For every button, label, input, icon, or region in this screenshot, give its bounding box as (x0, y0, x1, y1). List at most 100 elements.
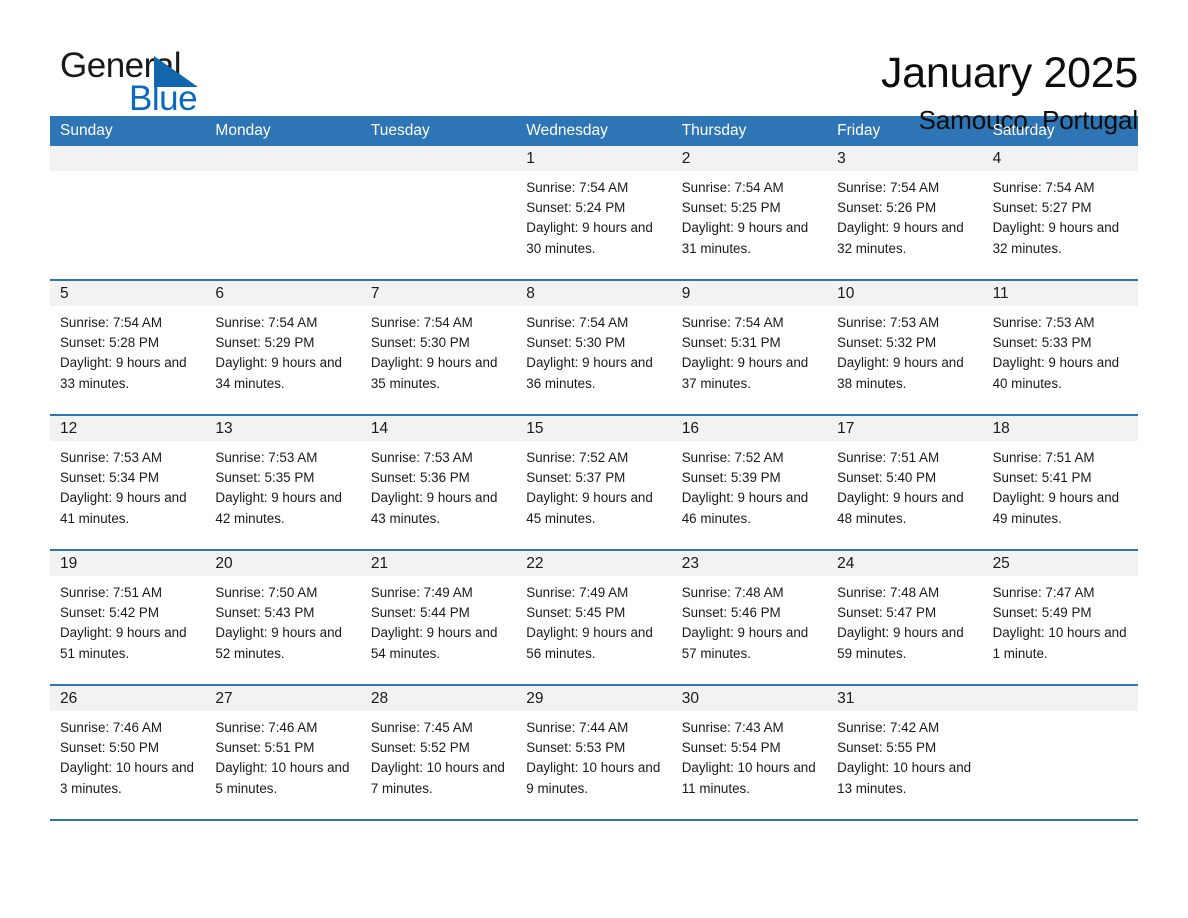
day-number: 10 (837, 285, 855, 302)
sunrise-text: Sunrise: 7:42 AM (837, 720, 940, 735)
calendar-day-cell[interactable]: 12 Sunrise: 7:53 AM Sunset: 5:34 PM Dayligh… (50, 416, 206, 549)
calendar-day-cell[interactable]: 2 Sunrise: 7:54 AM Sunset: 5:25 PM Daylight… (671, 146, 828, 279)
sunrise-text: Sunrise: 7:51 AM (60, 585, 162, 600)
daylight-text: Daylight: 9 hours and 51 minutes. (60, 625, 187, 661)
daylight-text: Daylight: 9 hours and 48 minutes. (837, 490, 964, 526)
calendar-day-cell[interactable]: 9 Sunrise: 7:54 AM Sunset: 5:31 PM Daylight… (671, 281, 828, 414)
day-details: Sunrise: 7:51 AM Sunset: 5:42 PM Daylight:… (50, 576, 205, 664)
daylight-text: Daylight: 10 hours and 11 minutes. (681, 760, 816, 796)
daylight-text: Daylight: 9 hours and 49 minutes. (992, 490, 1120, 526)
sunset-text: Sunset: 5:43 PM (215, 605, 315, 621)
calendar-day-cell[interactable]: 17 Sunrise: 7:51 AM Sunset: 5:40 PM Dayligh… (827, 416, 983, 549)
sunrise-text: Sunrise: 7:54 AM (992, 180, 1095, 195)
sunset-text: Sunset: 5:32 PM (837, 335, 937, 351)
day-number: 29 (526, 690, 544, 707)
day-number-bar: 9 (671, 281, 828, 306)
calendar-day-cell[interactable]: 31 Sunrise: 7:42 AM Sunset: 5:55 PM Dayligh… (827, 686, 983, 819)
calendar-day-cell[interactable]: 15 Sunrise: 7:52 AM Sunset: 5:37 PM Dayligh… (516, 416, 672, 549)
daylight-text: Daylight: 9 hours and 37 minutes. (681, 355, 809, 391)
day-number-bar: 10 (827, 281, 983, 306)
sunrise-text: Sunrise: 7:49 AM (370, 585, 473, 600)
day-number-bar (982, 686, 1138, 711)
daylight-text: Daylight: 9 hours and 42 minutes. (215, 490, 342, 526)
calendar-day-cell[interactable]: 14 Sunrise: 7:53 AM Sunset: 5:36 PM Dayligh… (360, 416, 517, 549)
daylight-text: Daylight: 10 hours and 7 minutes. (370, 760, 505, 796)
calendar-day-cell[interactable]: 19 Sunrise: 7:51 AM Sunset: 5:42 PM Dayligh… (50, 551, 206, 684)
day-number-bar: 4 (982, 146, 1138, 171)
day-number-bar: 22 (516, 551, 672, 576)
day-details: Sunrise: 7:46 AM Sunset: 5:50 PM Daylight:… (50, 711, 205, 799)
calendar-day-cell[interactable]: 20 Sunrise: 7:50 AM Sunset: 5:43 PM Dayligh… (205, 551, 361, 684)
sunrise-text: Sunrise: 7:54 AM (215, 315, 318, 330)
sunset-text: Sunset: 5:53 PM (526, 740, 626, 756)
day-details: Sunrise: 7:53 AM Sunset: 5:32 PM Daylight:… (827, 306, 982, 394)
weekday-header-saturday: Saturday (992, 122, 1055, 139)
day-number: 12 (60, 420, 78, 437)
day-number-bar: 2 (671, 146, 828, 171)
calendar-day-cell[interactable]: 22 Sunrise: 7:49 AM Sunset: 5:45 PM Dayligh… (516, 551, 672, 684)
calendar-day-cell[interactable]: 4 Sunrise: 7:54 AM Sunset: 5:27 PM Daylight… (982, 146, 1138, 279)
weekday-header-wednesday: Wednesday (526, 122, 608, 139)
daylight-text: Daylight: 9 hours and 34 minutes. (215, 355, 342, 391)
sunrise-text: Sunrise: 7:52 AM (526, 450, 629, 465)
day-details: Sunrise: 7:53 AM Sunset: 5:33 PM Daylight:… (983, 306, 1138, 394)
day-details: Sunrise: 7:48 AM Sunset: 5:46 PM Daylight:… (672, 576, 827, 664)
calendar-day-cell[interactable]: 18 Sunrise: 7:51 AM Sunset: 5:41 PM Dayligh… (982, 416, 1138, 549)
day-number: 24 (837, 555, 855, 572)
day-number-bar: 21 (360, 551, 517, 576)
sunset-text: Sunset: 5:40 PM (837, 470, 937, 486)
sunset-text: Sunset: 5:35 PM (215, 470, 315, 486)
sunset-text: Sunset: 5:51 PM (215, 740, 315, 756)
calendar-day-cell[interactable]: 13 Sunrise: 7:53 AM Sunset: 5:35 PM Dayligh… (205, 416, 361, 549)
calendar-day-cell[interactable]: 5 Sunrise: 7:54 AM Sunset: 5:28 PM Daylight… (50, 281, 206, 414)
calendar-day-cell[interactable]: 3 Sunrise: 7:54 AM Sunset: 5:26 PM Daylight… (827, 146, 983, 279)
calendar-day-cell[interactable]: 11 Sunrise: 7:53 AM Sunset: 5:33 PM Dayligh… (982, 281, 1138, 414)
daylight-text: Daylight: 9 hours and 45 minutes. (526, 490, 653, 526)
calendar-day-cell[interactable]: 29 Sunrise: 7:44 AM Sunset: 5:53 PM Dayligh… (516, 686, 672, 819)
daylight-text: Daylight: 9 hours and 35 minutes. (370, 355, 498, 391)
day-number-bar: 17 (827, 416, 983, 441)
calendar-day-cell[interactable]: 27 Sunrise: 7:46 AM Sunset: 5:51 PM Dayligh… (205, 686, 361, 819)
day-number: 21 (370, 555, 389, 572)
day-details: Sunrise: 7:54 AM Sunset: 5:31 PM Daylight:… (672, 306, 827, 394)
day-number-bar: 28 (360, 686, 517, 711)
calendar-day-cell[interactable]: 16 Sunrise: 7:52 AM Sunset: 5:39 PM Dayligh… (671, 416, 828, 549)
day-number-bar: 14 (360, 416, 517, 441)
calendar-grid: Sunday Monday Tuesday Wednesday Thursday… (50, 116, 1138, 821)
day-number-bar: 1 (516, 146, 672, 171)
calendar-day-cell[interactable]: 24 Sunrise: 7:48 AM Sunset: 5:47 PM Dayligh… (827, 551, 983, 684)
daylight-text: Daylight: 9 hours and 40 minutes. (992, 355, 1120, 391)
daylight-text: Daylight: 9 hours and 33 minutes. (60, 355, 187, 391)
daylight-text: Daylight: 9 hours and 31 minutes. (681, 220, 809, 256)
day-details: Sunrise: 7:50 AM Sunset: 5:43 PM Daylight:… (205, 576, 360, 664)
calendar-day-cell[interactable]: 6 Sunrise: 7:54 AM Sunset: 5:29 PM Daylight… (205, 281, 361, 414)
calendar-day-cell[interactable]: 25 Sunrise: 7:47 AM Sunset: 5:49 PM Dayligh… (982, 551, 1138, 684)
sunrise-text: Sunrise: 7:54 AM (681, 180, 784, 195)
calendar-day-cell[interactable]: 21 Sunrise: 7:49 AM Sunset: 5:44 PM Dayligh… (360, 551, 517, 684)
daylight-text: Daylight: 10 hours and 1 minute. (992, 625, 1127, 661)
calendar-day-cell[interactable]: 10 Sunrise: 7:53 AM Sunset: 5:32 PM Dayligh… (827, 281, 983, 414)
day-number-bar: 12 (50, 416, 206, 441)
sunset-text: Sunset: 5:31 PM (681, 335, 781, 351)
day-number: 18 (992, 420, 1010, 437)
day-number: 7 (370, 285, 380, 302)
calendar-day-cell[interactable]: 26 Sunrise: 7:46 AM Sunset: 5:50 PM Dayligh… (50, 686, 206, 819)
calendar-day-cell[interactable]: 30 Sunrise: 7:43 AM Sunset: 5:54 PM Dayligh… (671, 686, 828, 819)
calendar-day-cell-empty (982, 686, 1138, 819)
calendar-day-cell[interactable]: 28 Sunrise: 7:45 AM Sunset: 5:52 PM Dayligh… (360, 686, 517, 819)
calendar-day-cell[interactable]: 23 Sunrise: 7:48 AM Sunset: 5:46 PM Dayligh… (671, 551, 828, 684)
daylight-text: Daylight: 10 hours and 9 minutes. (526, 760, 661, 796)
day-number-bar: 30 (671, 686, 828, 711)
day-number-bar: 19 (50, 551, 206, 576)
day-number-bar: 3 (827, 146, 983, 171)
calendar-day-cell[interactable]: 7 Sunrise: 7:54 AM Sunset: 5:30 PM Daylight… (360, 281, 517, 414)
day-number: 9 (681, 285, 691, 302)
calendar-day-cell[interactable]: 1 Sunrise: 7:54 AM Sunset: 5:24 PM Daylight… (516, 146, 672, 279)
calendar-day-cell[interactable]: 8 Sunrise: 7:54 AM Sunset: 5:30 PM Daylight… (516, 281, 672, 414)
calendar-day-cell-empty (205, 146, 361, 279)
day-number-bar: 16 (671, 416, 828, 441)
sunrise-text: Sunrise: 7:49 AM (526, 585, 629, 600)
day-details: Sunrise: 7:53 AM Sunset: 5:36 PM Daylight:… (361, 441, 516, 529)
day-number-bar: 13 (205, 416, 361, 441)
sunset-text: Sunset: 5:54 PM (681, 740, 781, 756)
